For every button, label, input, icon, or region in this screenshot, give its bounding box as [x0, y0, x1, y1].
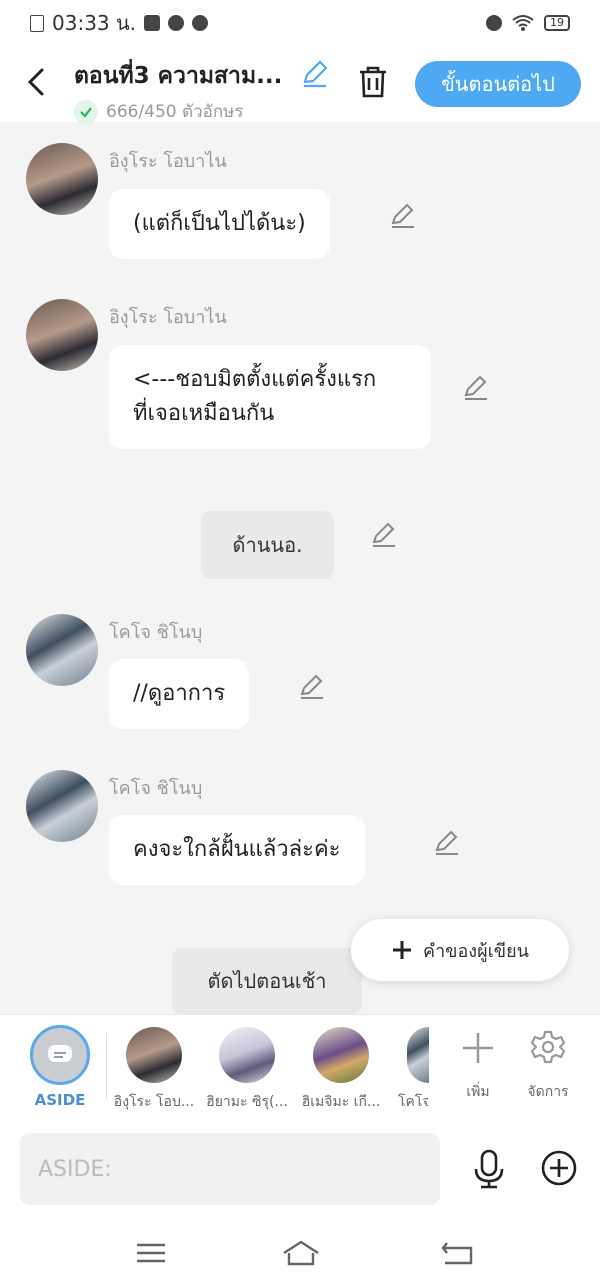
gear-icon[interactable] — [530, 1029, 566, 1065]
message-text: //ดูอาการ — [133, 681, 226, 706]
narration-text: ตัดไปตอนเช้า — [207, 969, 327, 993]
character-label: ฮิเมจิมะ เกี... — [301, 1094, 381, 1110]
edit-icon[interactable] — [462, 373, 490, 401]
avatar[interactable] — [26, 143, 98, 215]
message-input[interactable] — [20, 1133, 440, 1205]
narration-box[interactable]: ตัดไปตอนเช้า — [172, 948, 362, 1014]
character-label: โคโจ — [398, 1094, 428, 1110]
title-block: ตอนที่3 ความสาม... 666/450 ตัวอักษร — [74, 58, 282, 125]
battery-icon: 19 — [544, 15, 570, 31]
manage-label: จัดการ — [527, 1084, 569, 1100]
plus-icon — [393, 941, 412, 959]
avatar[interactable] — [26, 299, 98, 371]
narration-box[interactable]: ด้านนอ. — [201, 511, 334, 579]
status-bar: 03:33 น. 19 — [0, 0, 600, 46]
narration-text: ด้านนอ. — [232, 533, 303, 557]
message-bubble[interactable]: คงจะใกล้ฝั้นแล้วล่ะค่ะ — [109, 815, 365, 885]
message-text: ที่เจอเหมือนกัน — [133, 401, 275, 426]
edit-icon[interactable] — [298, 672, 326, 700]
next-step-button[interactable]: ขั้นตอนต่อไป — [415, 61, 581, 107]
aside-label: ASIDE — [34, 1091, 86, 1109]
character-name: โคโจ ชิโนบุ — [109, 622, 203, 643]
edit-title-icon[interactable] — [300, 58, 330, 88]
aside-button[interactable] — [30, 1025, 90, 1085]
microphone-icon[interactable] — [470, 1149, 508, 1189]
message-bubble[interactable]: (แต่ก็เป็นไปได้นะ) — [109, 189, 330, 259]
edit-icon[interactable] — [370, 520, 398, 548]
system-nav-bar — [0, 1221, 600, 1287]
edit-icon[interactable] — [389, 201, 417, 229]
episode-title[interactable]: ตอนที่3 ความสาม... — [74, 58, 282, 94]
divider — [106, 1033, 107, 1099]
upload-icon — [192, 15, 209, 31]
wifi-icon — [512, 15, 534, 31]
back-nav-icon[interactable] — [437, 1237, 477, 1269]
alarm-icon — [486, 15, 502, 31]
header: ตอนที่3 ความสาม... 666/450 ตัวอักษร ขั้น… — [0, 46, 600, 125]
facebook-icon — [144, 15, 161, 31]
add-icon[interactable] — [460, 1030, 496, 1066]
chat-bubble-icon — [48, 1045, 72, 1062]
character-count: 666/450 ตัวอักษร — [106, 102, 244, 122]
home-icon[interactable] — [281, 1237, 321, 1269]
check-icon — [74, 99, 98, 124]
author-note-button[interactable]: คำของผู้เขียน — [351, 919, 569, 981]
chat-area: อิงุโระ โอบาไน (แต่ก็เป็นไปได้นะ) อิงุโร… — [0, 122, 600, 1014]
add-media-icon[interactable] — [540, 1149, 578, 1187]
character-avatar[interactable] — [126, 1027, 182, 1083]
character-name: อิงุโระ โอบาไน — [109, 307, 227, 328]
character-avatar[interactable] — [407, 1027, 429, 1083]
avatar[interactable] — [26, 614, 98, 686]
back-arrow-icon[interactable] — [22, 64, 52, 100]
character-name: อิงุโระ โอบาไน — [109, 151, 227, 172]
message-text: คงจะใกล้ฝั้นแล้วล่ะค่ะ — [133, 837, 341, 862]
add-label: เพิ่ม — [466, 1084, 490, 1100]
character-avatar[interactable] — [219, 1027, 275, 1083]
character-name: โคโจ ชิโนบุ — [109, 778, 203, 799]
trash-icon[interactable] — [356, 64, 390, 100]
character-label: อิงุโระ โอบ... — [113, 1094, 195, 1110]
message-text: <---ชอบมิตตั้งแต่ครั้งแรก — [133, 367, 377, 392]
messenger-icon — [168, 15, 185, 31]
character-label: ฮิยามะ ซิรุ(... — [206, 1094, 288, 1110]
avatar[interactable] — [26, 770, 98, 842]
menu-icon[interactable] — [131, 1237, 171, 1269]
document-icon — [30, 14, 44, 32]
input-bar — [0, 1121, 600, 1221]
author-note-label: คำของผู้เขียน — [423, 940, 529, 962]
character-bar: ASIDE อิงุโระ โอบ... ฮิยามะ ซิรุ(... ฮิเ… — [0, 1014, 600, 1121]
status-time: 03:33 น. — [52, 11, 137, 35]
edit-icon[interactable] — [433, 828, 461, 856]
message-text: (แต่ก็เป็นไปได้นะ) — [133, 211, 306, 236]
message-bubble[interactable]: //ดูอาการ — [109, 659, 250, 729]
character-avatar[interactable] — [313, 1027, 369, 1083]
message-bubble[interactable]: <---ชอบมิตตั้งแต่ครั้งแรก ที่เจอเหมือนกั… — [109, 345, 431, 449]
